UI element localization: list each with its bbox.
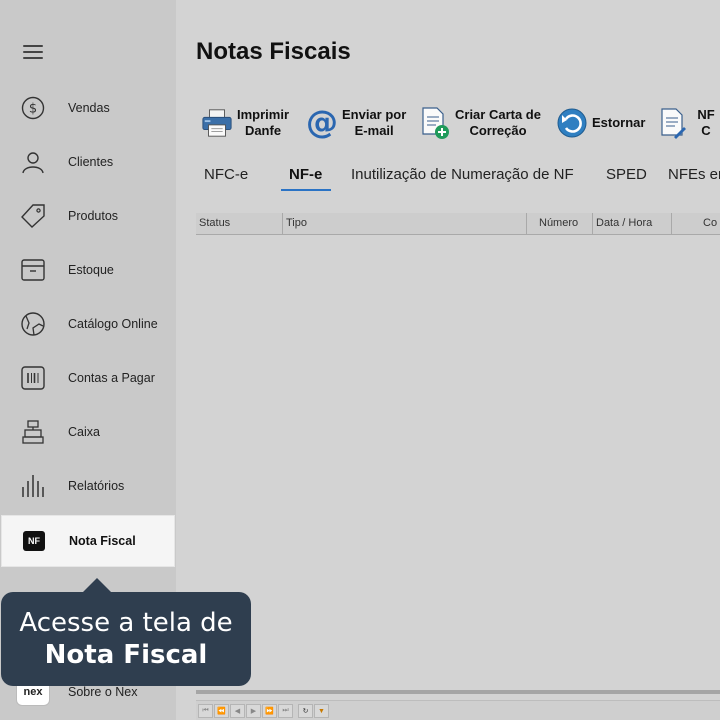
sidebar-item-label: Relatórios (68, 479, 125, 493)
toolbar-label: Enviar por E-mail (342, 107, 407, 138)
sidebar-item-produtos[interactable]: Produtos (0, 190, 176, 242)
toolbar-label: Criar Carta de Correção (455, 107, 541, 138)
menu-icon[interactable] (23, 45, 43, 61)
column-header-status[interactable]: Status (199, 217, 230, 229)
sidebar-item-label: Contas a Pagar (68, 371, 155, 385)
tab-inutilizacao[interactable]: Inutilização de Numeração de NF (351, 166, 574, 190)
grid-header: Status Tipo Número Data / Hora Co (196, 213, 720, 235)
svg-text:$: $ (29, 102, 37, 117)
tab-nf-e[interactable]: NF-e (289, 166, 322, 190)
box-icon (20, 257, 46, 283)
last-page-icon[interactable]: ⏭ (278, 704, 293, 718)
tooltip-line2: Nota Fiscal (44, 640, 208, 670)
column-header-data-hora[interactable]: Data / Hora (596, 217, 652, 229)
page-title: Notas Fiscais (196, 38, 351, 65)
column-separator[interactable] (592, 213, 593, 235)
nf-badge: NF (23, 531, 45, 551)
nf-c-button[interactable]: NF C (658, 104, 720, 142)
sidebar-item-estoque[interactable]: Estoque (0, 244, 176, 296)
tooltip-line1: Acesse a tela de (19, 608, 233, 638)
sidebar-item-label: Caixa (68, 425, 100, 439)
prev-page-icon[interactable]: ◀ (230, 704, 245, 718)
at-sign-icon: @ (306, 107, 338, 139)
tooltip-callout: Acesse a tela de Nota Fiscal (1, 578, 251, 686)
sidebar-item-label: Sobre o Nex (68, 685, 138, 699)
undo-icon (556, 107, 588, 139)
horizontal-scrollbar[interactable] (196, 690, 720, 694)
column-header-co[interactable]: Co (703, 217, 717, 229)
tab-nfc-e[interactable]: NFC-e (204, 166, 248, 190)
cash-register-icon (20, 419, 46, 445)
column-separator[interactable] (526, 213, 527, 235)
column-separator[interactable] (282, 213, 283, 235)
sidebar-item-nota-fiscal[interactable]: NF Nota Fiscal (1, 515, 175, 567)
filter-icon[interactable]: ▼ (314, 704, 329, 718)
svg-text:@: @ (306, 107, 338, 139)
column-header-numero[interactable]: Número (539, 217, 578, 229)
sidebar-item-label: Clientes (68, 155, 114, 169)
sidebar-item-relatorios[interactable]: Relatórios (0, 460, 176, 512)
nf-icon: NF (21, 528, 47, 554)
column-separator[interactable] (671, 213, 672, 235)
sidebar-item-clientes[interactable]: Clientes (0, 136, 176, 188)
bar-chart-icon (20, 473, 46, 499)
active-tab-indicator (281, 189, 331, 191)
barcode-icon (20, 365, 46, 391)
user-icon (20, 149, 46, 175)
sidebar-item-label: Catálogo Online (68, 317, 158, 331)
toolbar-label: Imprimir Danfe (237, 107, 290, 138)
print-danfe-button[interactable]: Imprimir Danfe (201, 104, 289, 142)
sidebar-item-caixa[interactable]: Caixa (0, 406, 176, 458)
tab-nfes-em[interactable]: NFEs en (668, 166, 720, 190)
pager: ⏮ ⏪ ◀ ▶ ⏩ ⏭ ↻ ▼ (196, 700, 720, 720)
dollar-circle-icon: $ (20, 95, 46, 121)
sidebar-item-label: Nota Fiscal (69, 534, 136, 548)
toolbar-label: Estornar (592, 115, 646, 130)
toolbar-label: NF C (697, 107, 715, 138)
next-page-group-icon[interactable]: ⏩ (262, 704, 277, 718)
document-edit-icon (658, 107, 688, 139)
tag-icon (20, 203, 46, 229)
sidebar-item-vendas[interactable]: $ Vendas (0, 82, 176, 134)
estornar-button[interactable]: Estornar (556, 104, 645, 142)
document-add-icon (419, 107, 451, 139)
sidebar-item-catalogo-online[interactable]: Catálogo Online (0, 298, 176, 350)
create-correction-letter-button[interactable]: Criar Carta de Correção (419, 104, 541, 142)
sidebar-item-contas-a-pagar[interactable]: Contas a Pagar (0, 352, 176, 404)
globe-icon (20, 311, 46, 337)
first-page-icon[interactable]: ⏮ (198, 704, 213, 718)
sidebar-item-label: Estoque (68, 263, 114, 277)
tab-sped[interactable]: SPED (606, 166, 647, 190)
sidebar-item-label: Produtos (68, 209, 119, 223)
prev-page-group-icon[interactable]: ⏪ (214, 704, 229, 718)
column-header-tipo[interactable]: Tipo (286, 217, 307, 229)
send-email-button[interactable]: @ Enviar por E-mail (306, 104, 406, 142)
printer-icon (201, 107, 233, 139)
refresh-icon[interactable]: ↻ (298, 704, 313, 718)
next-page-icon[interactable]: ▶ (246, 704, 261, 718)
sidebar-item-label: Vendas (68, 101, 110, 115)
